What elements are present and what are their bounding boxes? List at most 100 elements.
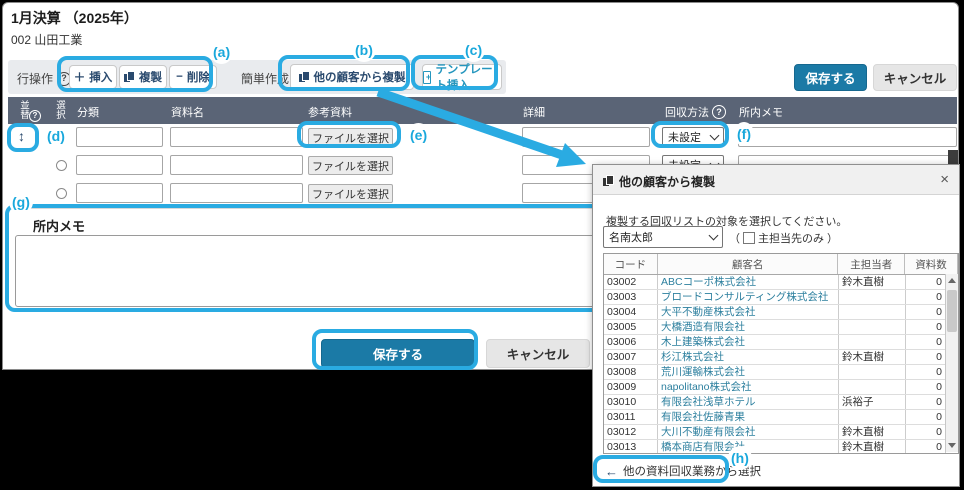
- template-insert-label: テンプレート挿入: [435, 61, 501, 93]
- customer-name-link[interactable]: ABCコーポ株式会社: [658, 275, 839, 289]
- customer-row[interactable]: 03013 橋本商店有限会社 鈴木直樹 0: [604, 440, 958, 453]
- cancel-button-bottom[interactable]: キャンセル: [486, 339, 590, 368]
- category-input[interactable]: [76, 155, 163, 175]
- customer-row[interactable]: 03011 有限会社佐藤青果 0: [604, 410, 958, 425]
- main-only-checkbox[interactable]: [743, 232, 755, 244]
- callout-g: (g): [9, 190, 33, 214]
- file-select-button[interactable]: ファイルを選択: [308, 156, 393, 175]
- customer-row[interactable]: 03003 ブロードコンサルティング株式会社 0: [604, 290, 958, 305]
- customer-name-link[interactable]: 大平不動産株式会社: [658, 305, 839, 319]
- col-method: 回収方法 ?: [665, 104, 726, 120]
- customer-name-link[interactable]: 有限会社浅草ホテル: [658, 395, 839, 409]
- table-header: 並替 ? 選択 分類 資料名 参考資料 詳細 回収方法 ? 所内メモ: [8, 97, 957, 124]
- customer-row[interactable]: 03010 有限会社浅草ホテル 浜裕子 0: [604, 395, 958, 410]
- customer-name-link[interactable]: 大川不動産有限会社: [658, 425, 839, 439]
- customer-label: 002 山田工業: [11, 31, 82, 48]
- customer-name-link[interactable]: 杉江株式会社: [658, 350, 839, 364]
- memo-section-label: 所内メモ: [33, 216, 85, 235]
- customer-row[interactable]: 03006 木上建築株式会社 0: [604, 335, 958, 350]
- col-doc-count: 資料数: [905, 254, 958, 274]
- customer-code: 03006: [604, 335, 658, 349]
- customer-name-link[interactable]: 木上建築株式会社: [658, 335, 839, 349]
- customer-row[interactable]: 03007 杉江株式会社 鈴木直樹 0: [604, 350, 958, 365]
- customer-staff: [839, 305, 906, 319]
- memo-input[interactable]: [738, 127, 957, 147]
- staff-filter-select[interactable]: 名南太郎: [603, 226, 723, 248]
- save-button-top[interactable]: 保存する: [794, 64, 867, 91]
- customer-name-link[interactable]: 荒川運輸株式会社: [658, 365, 839, 379]
- customer-doc-count: 0: [906, 335, 946, 349]
- customer-name-link[interactable]: ブロードコンサルティング株式会社: [658, 290, 839, 304]
- easy-create-label: 簡単作成: [241, 70, 289, 87]
- row-radio[interactable]: [56, 160, 67, 171]
- paren-open: （: [729, 230, 740, 246]
- customer-doc-count: 0: [906, 350, 946, 364]
- duplicate-row-button[interactable]: 複製: [119, 65, 167, 89]
- category-input[interactable]: [76, 127, 163, 147]
- file-select-button[interactable]: ファイルを選択: [308, 128, 393, 147]
- template-insert-button[interactable]: テンプレート挿入: [422, 64, 502, 90]
- col-staff: 主担当者: [838, 254, 905, 274]
- copy-icon: [603, 175, 614, 187]
- customer-staff: 鈴木直樹: [839, 275, 906, 289]
- customer-name-link[interactable]: 大橋酒造有限会社: [658, 320, 839, 334]
- customer-code: 03005: [604, 320, 658, 334]
- copy-from-other-customer-button[interactable]: 他の顧客から複製: [290, 64, 414, 90]
- scroll-down-icon[interactable]: [948, 443, 956, 448]
- copy-from-other-label: 他の顧客から複製: [314, 69, 406, 85]
- scroll-up-icon[interactable]: [948, 278, 956, 283]
- copy-from-customer-modal: 他の顧客から複製 × 複製する回収リストの対象を選択してください。 名南太郎 （…: [592, 164, 960, 487]
- customer-code: 03003: [604, 290, 658, 304]
- customer-doc-count: 0: [906, 395, 946, 409]
- row-ops-text: 行操作: [17, 70, 53, 87]
- customer-doc-count: 0: [906, 320, 946, 334]
- save-label: 保存する: [805, 68, 855, 87]
- customer-rows: 03002 ABCコーポ株式会社 鈴木直樹 0 03003 ブロードコンサルティ…: [604, 275, 958, 453]
- col-sort: 並替: [18, 100, 29, 119]
- delete-row-button[interactable]: −削除: [169, 65, 217, 89]
- customer-row[interactable]: 03002 ABCコーポ株式会社 鈴木直樹 0: [604, 275, 958, 290]
- customer-table: コード 顧客名 主担当者 資料数 03002 ABCコーポ株式会社 鈴木直樹 0…: [603, 253, 959, 454]
- customer-doc-count: 0: [906, 410, 946, 424]
- customer-code: 03008: [604, 365, 658, 379]
- category-input[interactable]: [76, 183, 163, 203]
- insert-label: 挿入: [89, 69, 112, 85]
- customer-row[interactable]: 03005 大橋酒造有限会社 0: [604, 320, 958, 335]
- customer-code: 03012: [604, 425, 658, 439]
- close-icon[interactable]: ×: [940, 171, 949, 188]
- customer-code: 03004: [604, 305, 658, 319]
- callout-f: (f): [734, 122, 754, 146]
- sort-help-icon[interactable]: ?: [29, 110, 41, 122]
- drag-handle-icon[interactable]: ↕: [18, 128, 25, 144]
- doc-name-input[interactable]: [170, 127, 303, 147]
- modal-title: 他の顧客から複製: [619, 173, 715, 190]
- toolbar: 行操作 ? ＋挿入 複製 −削除 簡単作成 他の顧客から複製 テンプレート挿入: [8, 60, 506, 94]
- file-select-button[interactable]: ファイルを選択: [308, 184, 393, 203]
- col-method-text: 回収方法: [665, 104, 709, 120]
- row-ops-label: 行操作 ?: [17, 70, 71, 87]
- customer-row[interactable]: 03012 大川不動産有限会社 鈴木直樹 0: [604, 425, 958, 440]
- callout-a: (a): [210, 40, 233, 64]
- callout-c: (c): [462, 38, 485, 62]
- callout-d: (d): [44, 124, 68, 148]
- detail-input[interactable]: [522, 127, 650, 147]
- insert-row-button[interactable]: ＋挿入: [69, 65, 117, 89]
- copy-icon: [124, 71, 135, 83]
- doc-name-input[interactable]: [170, 155, 303, 175]
- doc-name-input[interactable]: [170, 183, 303, 203]
- scrollbar-thumb[interactable]: [947, 290, 957, 332]
- save-button-bottom[interactable]: 保存する: [321, 339, 475, 368]
- modal-titlebar: 他の顧客から複製 ×: [593, 165, 959, 195]
- cancel-button-top[interactable]: キャンセル: [873, 64, 957, 91]
- method-help-icon[interactable]: ?: [712, 105, 726, 119]
- method-select[interactable]: 未設定: [662, 127, 724, 147]
- customer-row[interactable]: 03008 荒川運輸株式会社 0: [604, 365, 958, 380]
- row-radio[interactable]: [56, 188, 67, 199]
- customer-staff: [839, 320, 906, 334]
- customer-row[interactable]: 03004 大平不動産株式会社 0: [604, 305, 958, 320]
- customer-name-link[interactable]: 有限会社佐藤青果: [658, 410, 839, 424]
- customer-row[interactable]: 03009 napolitano株式会社 0: [604, 380, 958, 395]
- customer-name-link[interactable]: napolitano株式会社: [658, 380, 839, 394]
- col-detail: 詳細: [523, 104, 545, 120]
- table-scrollbar[interactable]: [945, 274, 958, 452]
